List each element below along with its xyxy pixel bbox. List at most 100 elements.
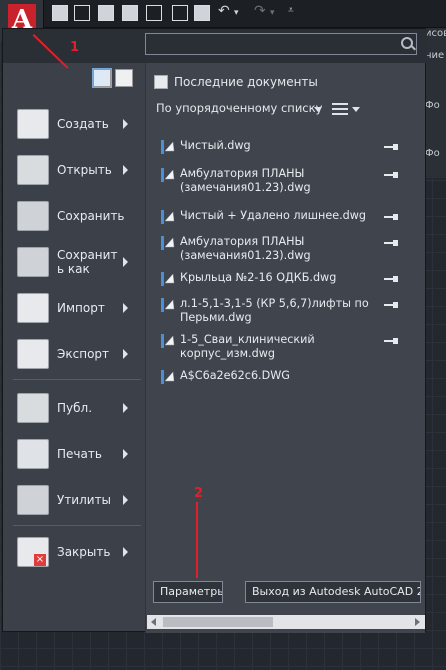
document-name: Чистый + Удалено лишнее.dwg bbox=[180, 209, 367, 222]
redo-icon[interactable]: ↷ bbox=[254, 3, 266, 19]
pin-icon[interactable] bbox=[384, 302, 400, 308]
customize-toolbar-icon[interactable]: ⩡ bbox=[288, 5, 294, 16]
scroll-thumb[interactable] bbox=[163, 617, 273, 627]
options-button[interactable]: Параметры bbox=[153, 581, 223, 603]
recent-document-item[interactable]: Крыльца №2-16 ОДКБ.dwg bbox=[156, 271, 418, 287]
command-label: Публ. bbox=[57, 401, 93, 415]
document-name: л.1-5,1-3,1-5 (КР 5,6,7)лифты по Перьми.… bbox=[180, 297, 369, 324]
command-label: Импорт bbox=[57, 301, 105, 315]
pin-icon[interactable] bbox=[384, 276, 400, 282]
pin-icon[interactable] bbox=[384, 338, 400, 344]
submenu-arrow-icon bbox=[123, 165, 128, 175]
recent-document-item[interactable]: Чистый.dwg bbox=[156, 139, 418, 155]
print-icon bbox=[17, 439, 49, 469]
open-documents-view-icon[interactable] bbox=[115, 69, 133, 87]
command-label: Экспорт bbox=[57, 347, 110, 361]
new-file-icon[interactable] bbox=[52, 5, 68, 21]
pin-icon[interactable] bbox=[384, 240, 400, 246]
chevron-down-icon[interactable] bbox=[352, 107, 360, 112]
open-folder-icon[interactable] bbox=[74, 5, 90, 21]
exit-autocad-button[interactable]: Выход из Autodesk AutoCAD 2021 bbox=[245, 581, 421, 603]
scroll-right-icon[interactable] bbox=[415, 618, 420, 626]
command-open[interactable]: Открыть bbox=[11, 147, 143, 193]
document-name: Амбулатория ПЛАНЫ (замечания01.23).dwg bbox=[180, 167, 311, 194]
scroll-left-icon[interactable] bbox=[151, 618, 156, 626]
search-icon[interactable] bbox=[401, 37, 413, 49]
recent-documents-icon bbox=[154, 75, 168, 89]
dwg-file-icon bbox=[161, 272, 175, 286]
document-name: Крыльца №2-16 ОДКБ.dwg bbox=[180, 271, 337, 284]
command-export[interactable]: Экспорт bbox=[11, 331, 143, 377]
document-name: Чистый.dwg bbox=[180, 139, 251, 152]
command-utilities[interactable]: Утилиты bbox=[11, 477, 143, 523]
undo-icon[interactable]: ↶ bbox=[218, 3, 230, 19]
export-icon[interactable] bbox=[172, 5, 188, 21]
recent-document-item[interactable]: Амбулатория ПЛАНЫ (замечания01.23).dwg bbox=[156, 235, 418, 265]
submenu-arrow-icon bbox=[123, 257, 128, 267]
recent-document-item[interactable]: Амбулатория ПЛАНЫ (замечания01.23).dwg bbox=[156, 167, 418, 197]
ribbon-text: исов bbox=[425, 28, 446, 39]
pin-icon[interactable] bbox=[384, 214, 400, 220]
ribbon-text: ние bbox=[425, 50, 445, 61]
ribbon-text: Фо bbox=[425, 148, 440, 159]
command-import[interactable]: Импорт bbox=[11, 285, 143, 331]
submenu-arrow-icon bbox=[123, 403, 128, 413]
quick-access-toolbar: ↶ ▾ ↷ ▾ ⩡ bbox=[0, 0, 446, 28]
dwg-file-icon bbox=[161, 370, 175, 384]
undo-dropdown-icon[interactable]: ▾ bbox=[234, 8, 239, 18]
command-save[interactable]: Сохранить bbox=[11, 193, 143, 239]
plot-preview-icon[interactable] bbox=[146, 5, 162, 21]
sort-order-dropdown[interactable]: По упорядоченному списку bbox=[156, 101, 322, 115]
dwg-file-icon bbox=[161, 168, 175, 182]
save-as-icon[interactable] bbox=[122, 5, 138, 21]
annotation-arrow-2 bbox=[196, 502, 198, 578]
submenu-arrow-icon bbox=[123, 349, 128, 359]
recent-document-item[interactable]: л.1-5,1-3,1-5 (КР 5,6,7)лифты по Перьми.… bbox=[156, 297, 418, 327]
close-document-icon: × bbox=[17, 537, 49, 567]
document-name: 1-5_Сваи_клинический корпус_изм.dwg bbox=[180, 333, 315, 360]
command-print[interactable]: Печать bbox=[11, 431, 143, 477]
dwg-file-icon bbox=[161, 236, 175, 250]
chevron-down-icon[interactable] bbox=[314, 107, 322, 112]
submenu-arrow-icon bbox=[123, 119, 128, 129]
command-label: Сохранить bbox=[57, 209, 125, 223]
list-view-icon[interactable] bbox=[332, 103, 348, 115]
command-label: Открыть bbox=[57, 163, 112, 177]
command-label: Создать bbox=[57, 117, 109, 131]
dwg-file-icon bbox=[161, 334, 175, 348]
recent-document-item[interactable]: 1-5_Сваи_клинический корпус_изм.dwg bbox=[156, 333, 418, 363]
command-save-as[interactable]: Сохранит ь как bbox=[11, 239, 143, 285]
search-input[interactable] bbox=[145, 33, 417, 55]
dwg-file-icon bbox=[161, 298, 175, 312]
recent-documents-title: Последние документы bbox=[174, 75, 318, 89]
print-icon[interactable] bbox=[194, 5, 210, 21]
application-menu: Создать Открыть Сохранить Сохранит ь как… bbox=[2, 28, 427, 633]
submenu-arrow-icon bbox=[123, 495, 128, 505]
ribbon-text: Фо bbox=[425, 100, 440, 111]
save-as-icon bbox=[17, 247, 49, 277]
document-name: A$C6a2e62c6.DWG bbox=[180, 369, 290, 382]
redo-dropdown-icon[interactable]: ▾ bbox=[270, 8, 275, 18]
import-icon bbox=[17, 293, 49, 323]
save-icon bbox=[17, 201, 49, 231]
horizontal-scrollbar[interactable] bbox=[147, 615, 425, 629]
dwg-file-icon bbox=[161, 140, 175, 154]
command-publish[interactable]: Публ. bbox=[11, 385, 143, 431]
close-x-icon: × bbox=[34, 554, 46, 566]
dwg-file-icon bbox=[161, 210, 175, 224]
command-new[interactable]: Создать bbox=[11, 101, 143, 147]
open-folder-icon bbox=[17, 155, 49, 185]
save-icon[interactable] bbox=[98, 5, 114, 21]
recent-documents-pane: Последние документы По упорядоченному сп… bbox=[145, 63, 425, 633]
pin-icon[interactable] bbox=[384, 172, 400, 178]
pin-icon[interactable] bbox=[384, 144, 400, 150]
recent-document-item[interactable]: A$C6a2e62c6.DWG bbox=[156, 369, 418, 385]
submenu-arrow-icon bbox=[123, 547, 128, 557]
command-label: Печать bbox=[57, 447, 102, 461]
export-icon bbox=[17, 339, 49, 369]
command-close[interactable]: × Закрыть bbox=[11, 529, 143, 575]
recent-documents-view-icon[interactable] bbox=[92, 68, 112, 88]
new-document-icon bbox=[17, 109, 49, 139]
submenu-arrow-icon bbox=[123, 449, 128, 459]
recent-document-item[interactable]: Чистый + Удалено лишнее.dwg bbox=[156, 209, 418, 225]
